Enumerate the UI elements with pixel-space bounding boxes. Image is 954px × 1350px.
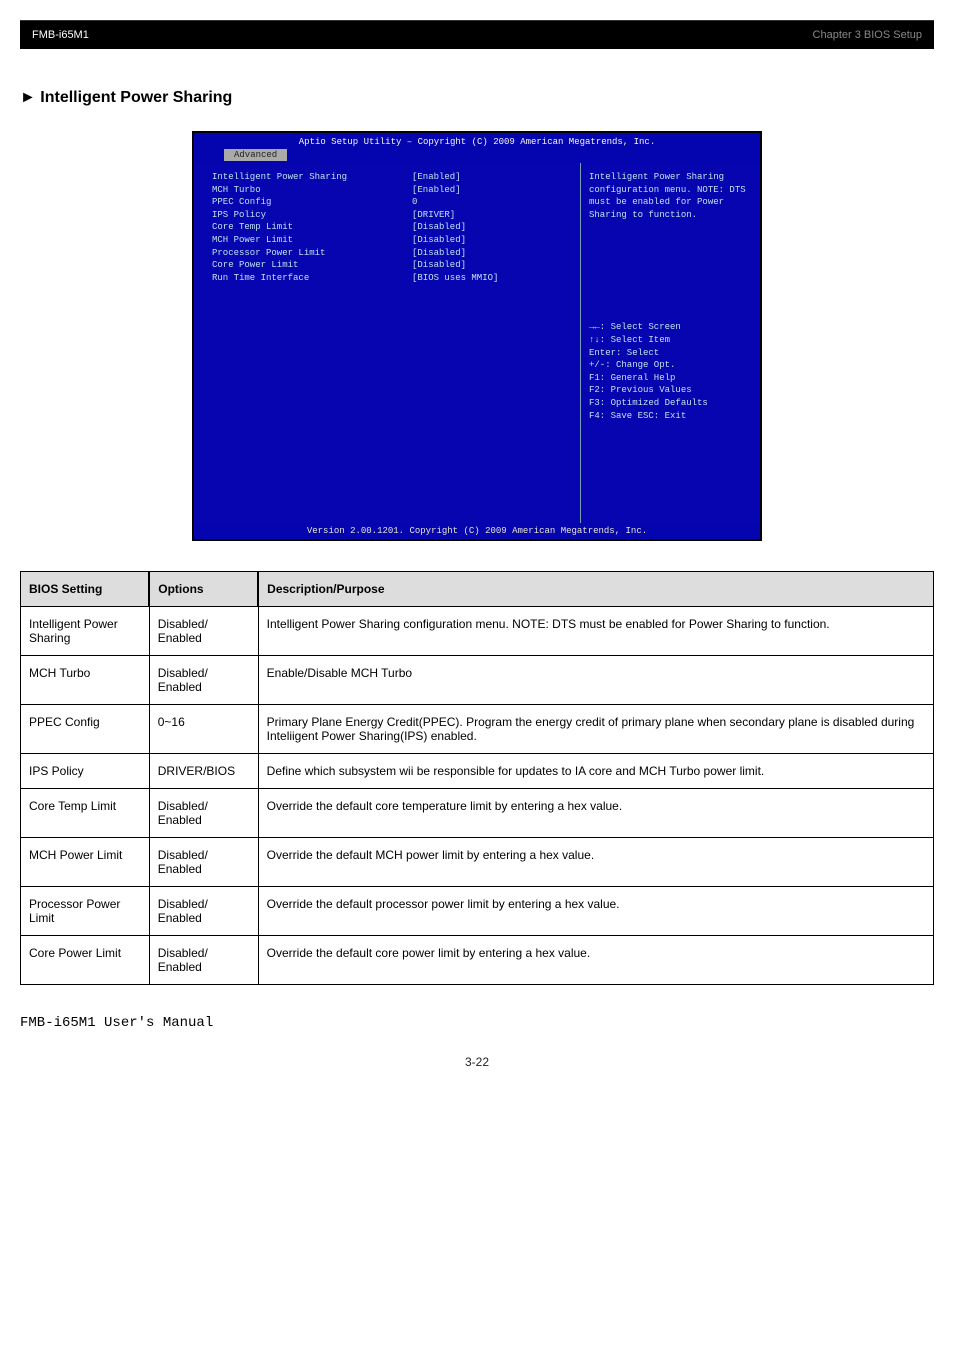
header-product: FMB-i65M1 (32, 29, 89, 41)
bios-row: IPS Policy[DRIVER] (212, 209, 570, 222)
bios-row: Processor Power Limit[Disabled] (212, 247, 570, 260)
bios-key-line: F1: General Help (589, 372, 752, 385)
bios-key-line: F4: Save ESC: Exit (589, 410, 752, 423)
table-row: IPS Policy DRIVER/BIOS Define which subs… (21, 754, 934, 789)
table-header-options: Options (149, 572, 258, 607)
bios-key-hints: →←: Select Screen ↑↓: Select Item Enter:… (589, 321, 752, 422)
bios-body: Intelligent Power Sharing[Enabled] MCH T… (194, 163, 760, 523)
bios-settings-list: Intelligent Power Sharing[Enabled] MCH T… (194, 163, 580, 523)
bios-screenshot: Aptio Setup Utility – Copyright (C) 2009… (192, 131, 762, 541)
bios-row: MCH Turbo[Enabled] (212, 184, 570, 197)
bios-tab-advanced: Advanced (224, 149, 287, 161)
bios-row: MCH Power Limit[Disabled] (212, 234, 570, 247)
table-row: MCH Turbo Disabled/ Enabled Enable/Disab… (21, 656, 934, 705)
bios-titlebar: Aptio Setup Utility – Copyright (C) 2009… (194, 133, 760, 163)
bios-help-text: Intelligent Power Sharing configuration … (589, 171, 752, 221)
bios-row: Core Temp Limit[Disabled] (212, 221, 570, 234)
table-header-row: BIOS Setting Options Description/Purpose (21, 572, 934, 607)
table-header-setting: BIOS Setting (21, 572, 150, 607)
table-header-description: Description/Purpose (258, 572, 933, 607)
table-row: Processor Power Limit Disabled/ Enabled … (21, 887, 934, 936)
table-row: Core Temp Limit Disabled/ Enabled Overri… (21, 789, 934, 838)
table-row: Core Power Limit Disabled/ Enabled Overr… (21, 936, 934, 985)
bios-key-line: ↑↓: Select Item (589, 334, 752, 347)
table-row: Intelligent Power Sharing Disabled/ Enab… (21, 607, 934, 656)
bios-row: PPEC Config0 (212, 196, 570, 209)
bios-help-panel: Intelligent Power Sharing configuration … (580, 163, 760, 523)
bios-key-line: +/-: Change Opt. (589, 359, 752, 372)
bios-tabs: Advanced (194, 149, 760, 161)
bios-key-line: Enter: Select (589, 347, 752, 360)
bios-row: Intelligent Power Sharing[Enabled] (212, 171, 570, 184)
header-chapter: Chapter 3 BIOS Setup (813, 29, 922, 41)
bios-key-line: F3: Optimized Defaults (589, 397, 752, 410)
breadcrumb-manual: FMB-i65M1 User's Manual (20, 1015, 934, 1031)
table-row: MCH Power Limit Disabled/ Enabled Overri… (21, 838, 934, 887)
section-title: ► Intelligent Power Sharing (20, 89, 934, 107)
bios-footer: Version 2.00.1201. Copyright (C) 2009 Am… (194, 523, 760, 539)
bios-row: Core Power Limit[Disabled] (212, 259, 570, 272)
bios-key-line: →←: Select Screen (589, 321, 752, 334)
page-number: 3-22 (20, 1055, 934, 1069)
table-row: PPEC Config 0~16 Primary Plane Energy Cr… (21, 705, 934, 754)
settings-table: BIOS Setting Options Description/Purpose… (20, 571, 934, 985)
bios-row: Run Time Interface[BIOS uses MMIO] (212, 272, 570, 285)
bios-title-text: Aptio Setup Utility – Copyright (C) 2009… (194, 135, 760, 149)
page-header: FMB-i65M1 Chapter 3 BIOS Setup (20, 20, 934, 49)
bios-key-line: F2: Previous Values (589, 384, 752, 397)
